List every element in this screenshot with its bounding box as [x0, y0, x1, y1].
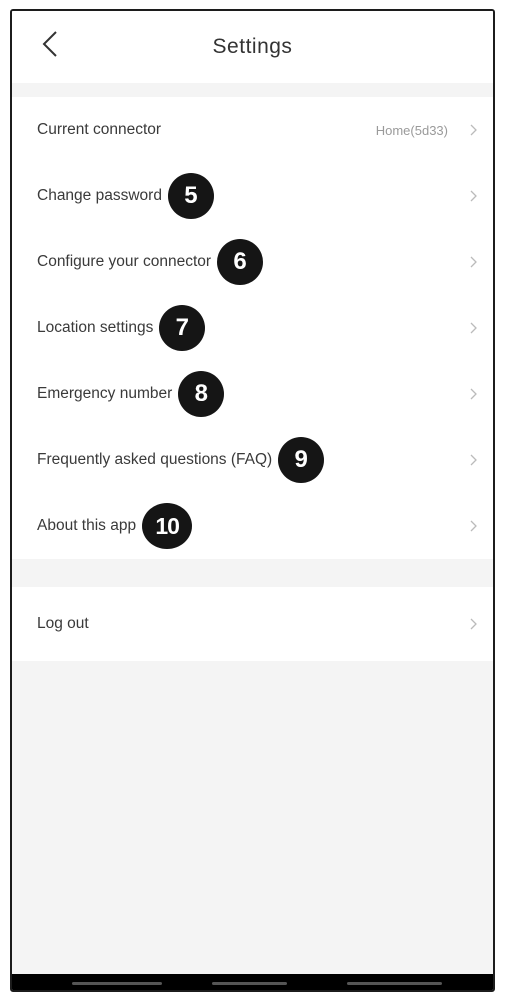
settings-item-faq[interactable]: Frequently asked questions (FAQ) 9 — [12, 427, 493, 493]
chevron-right-icon — [470, 520, 477, 532]
chevron-right-icon — [470, 322, 477, 334]
callout-badge: 6 — [217, 239, 264, 285]
page-title: Settings — [212, 35, 293, 58]
chevron-right-icon — [470, 190, 477, 202]
nav-pill — [212, 982, 287, 985]
settings-item-current-connector[interactable]: Current connector Home(5d33) — [12, 97, 493, 163]
settings-item-configure-connector[interactable]: Configure your connector 6 — [12, 229, 493, 295]
phone-frame: Settings Current connector Home(5d33) Ch… — [10, 9, 495, 992]
callout-badge: 10 — [142, 503, 193, 549]
settings-item-label: Frequently asked questions (FAQ) — [37, 451, 273, 468]
settings-item-label: Change password — [37, 187, 162, 204]
callout-badge: 9 — [278, 437, 325, 483]
settings-item-label: About this app — [37, 517, 137, 534]
settings-item-label: Configure your connector — [37, 253, 212, 270]
header: Settings — [12, 11, 493, 83]
settings-item-change-password[interactable]: Change password 5 — [12, 163, 493, 229]
nav-pill — [347, 982, 442, 985]
settings-item-label: Location settings — [37, 319, 154, 336]
chevron-right-icon — [470, 388, 477, 400]
settings-item-about[interactable]: About this app 10 — [12, 493, 493, 559]
settings-item-location-settings[interactable]: Location settings 7 — [12, 295, 493, 361]
chevron-right-icon — [470, 454, 477, 466]
chevron-right-icon — [470, 124, 477, 136]
nav-pill — [72, 982, 162, 985]
chevron-right-icon — [470, 256, 477, 268]
settings-item-label: Emergency number — [37, 385, 173, 402]
current-connector-value: Home(5d33) — [375, 122, 448, 138]
system-navigation-bar — [12, 974, 493, 990]
chevron-right-icon — [470, 618, 477, 630]
settings-item-label: Current connector — [37, 121, 162, 138]
callout-badge: 5 — [167, 173, 214, 219]
settings-item-emergency-number[interactable]: Emergency number 8 — [12, 361, 493, 427]
logout-label: Log out — [37, 615, 89, 632]
settings-list: Current connector Home(5d33) Change pass… — [12, 97, 493, 559]
logout-button[interactable]: Log out — [12, 587, 493, 661]
callout-badge: 7 — [159, 305, 206, 351]
callout-badge: 8 — [178, 371, 225, 417]
